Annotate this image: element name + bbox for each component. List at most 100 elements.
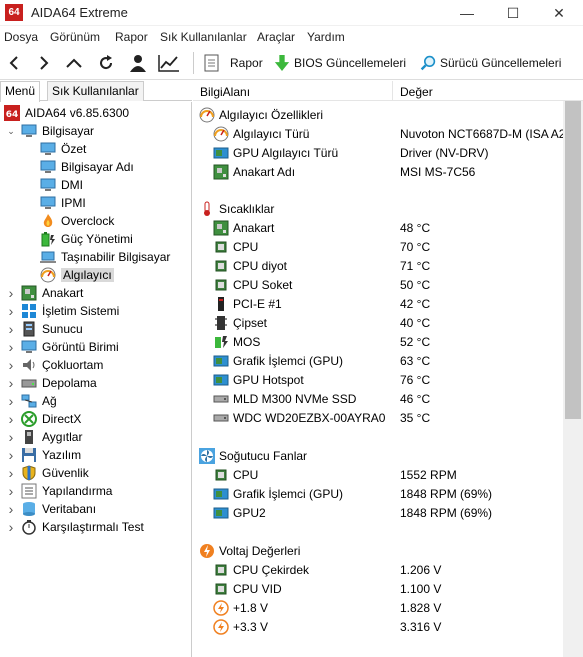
- sensor-row[interactable]: CPU 1552 RPM: [193, 465, 563, 484]
- column-divider[interactable]: [392, 81, 393, 101]
- tree-category-7[interactable]: › DirectX: [6, 410, 81, 428]
- chart-icon[interactable]: [157, 51, 181, 75]
- sensor-row[interactable]: PCI-E #1 42 °C: [193, 294, 563, 313]
- scrollbar-thumb[interactable]: [565, 101, 581, 419]
- sensor-row[interactable]: Algılayıcı Türü Nuvoton NCT6687D-M (ISA A…: [193, 124, 563, 143]
- sensor-value: 40 °C: [400, 316, 431, 330]
- sensor-row[interactable]: CPU VID 1.100 V: [193, 579, 563, 598]
- chevron-right-icon[interactable]: ›: [6, 447, 16, 463]
- menu-report[interactable]: Rapor: [115, 30, 148, 44]
- column-value-header[interactable]: Değer: [400, 85, 433, 99]
- tree-item-computer[interactable]: ⌄ Bilgisayar: [6, 122, 94, 140]
- chevron-right-icon[interactable]: ›: [6, 285, 16, 301]
- tree-category-3[interactable]: › Görüntü Birimi: [6, 338, 119, 356]
- tab-favorites[interactable]: Sık Kullanılanlar: [47, 81, 144, 101]
- tree-category-1[interactable]: › İşletim Sistemi: [6, 302, 120, 320]
- sensor-row[interactable]: GPU Hotspot 76 °C: [193, 370, 563, 389]
- refresh-icon[interactable]: [94, 51, 118, 75]
- maximize-button[interactable]: ☐: [490, 0, 536, 26]
- menu-favorites[interactable]: Sık Kullanılanlar: [160, 30, 247, 44]
- chevron-right-icon[interactable]: ›: [6, 501, 16, 517]
- sensor-row[interactable]: GPU2 1848 RPM (69%): [193, 503, 563, 522]
- up-icon[interactable]: [62, 51, 86, 75]
- tree-category-4[interactable]: › Çokluortam: [6, 356, 104, 374]
- bios-update-button[interactable]: BIOS Güncellemeleri: [274, 51, 406, 75]
- chip-icon: [213, 467, 229, 483]
- sensor-name: Grafik İşlemci (GPU): [233, 354, 344, 368]
- chevron-right-icon[interactable]: ›: [6, 519, 16, 535]
- tree-category-12[interactable]: › Veritabanı: [6, 500, 96, 518]
- sensor-row[interactable]: GPU Algılayıcı Türü Driver (NV-DRV): [193, 143, 563, 162]
- close-button[interactable]: ✕: [536, 0, 582, 26]
- sensor-row[interactable]: Anakart 48 °C: [193, 218, 563, 237]
- chevron-right-icon[interactable]: ›: [6, 393, 16, 409]
- sensor-row[interactable]: Grafik İşlemci (GPU) 1848 RPM (69%): [193, 484, 563, 503]
- sensor-row[interactable]: Grafik İşlemci (GPU) 63 °C: [193, 351, 563, 370]
- minimize-button[interactable]: —: [444, 0, 490, 26]
- user-icon[interactable]: [126, 51, 150, 75]
- forward-icon[interactable]: [32, 51, 56, 75]
- menu-tools[interactable]: Araçlar: [257, 30, 295, 44]
- sensor-row[interactable]: MOS 52 °C: [193, 332, 563, 351]
- gpu-icon: [213, 486, 229, 502]
- chevron-right-icon[interactable]: ›: [6, 339, 16, 355]
- chevron-right-icon[interactable]: ›: [6, 357, 16, 373]
- sensor-row[interactable]: Çipset 40 °C: [193, 313, 563, 332]
- back-icon[interactable]: [2, 51, 26, 75]
- tree-item-ipmi[interactable]: IPMI: [40, 194, 86, 212]
- tree-category-10[interactable]: › Güvenlik: [6, 464, 89, 482]
- tab-menu[interactable]: Menü: [0, 81, 41, 102]
- sensor-row[interactable]: CPU Çekirdek 1.206 V: [193, 560, 563, 579]
- tree-item--zet[interactable]: Özet: [40, 140, 86, 158]
- tree-item-label: Bilgisayar Adı: [61, 160, 134, 174]
- tree-item-alg-lay-c-[interactable]: Algılayıcı: [40, 266, 114, 284]
- sensor-name: WDC WD20EZBX-00AYRA0: [233, 411, 386, 425]
- tree-item-dmi[interactable]: DMI: [40, 176, 83, 194]
- menu-file[interactable]: Dosya: [4, 30, 38, 44]
- sensor-row[interactable]: Anakart Adı MSI MS-7C56: [193, 162, 563, 181]
- tree-item-root[interactable]: 64 AIDA64 v6.85.6300: [4, 104, 129, 122]
- window-title: AIDA64 Extreme: [31, 5, 128, 20]
- sensor-row[interactable]: CPU Soket 50 °C: [193, 275, 563, 294]
- driver-update-button[interactable]: Sürücü Güncellemeleri: [420, 51, 561, 75]
- tree-item-g-y-netimi[interactable]: Güç Yönetimi: [40, 230, 133, 248]
- sensor-row[interactable]: CPU diyot 71 °C: [193, 256, 563, 275]
- tree-category-8[interactable]: › Aygıtlar: [6, 428, 83, 446]
- tree-category-9[interactable]: › Yazılım: [6, 446, 81, 464]
- tree-category-label: Güvenlik: [42, 466, 89, 480]
- battery-icon: [40, 231, 56, 247]
- sensor-row[interactable]: MLD M300 NVMe SSD 46 °C: [193, 389, 563, 408]
- tree-category-0[interactable]: › Anakart: [6, 284, 84, 302]
- tree-item-ta-nabilir-bilgisayar[interactable]: Taşınabilir Bilgisayar: [40, 248, 170, 266]
- chevron-right-icon[interactable]: ›: [6, 429, 16, 445]
- tree-category-6[interactable]: › Ağ: [6, 392, 57, 410]
- chevron-right-icon[interactable]: ›: [6, 321, 16, 337]
- flame-icon: [40, 213, 56, 229]
- chevron-right-icon[interactable]: ›: [6, 303, 16, 319]
- chevron-down-icon[interactable]: ⌄: [6, 126, 16, 137]
- sensor-row[interactable]: +1.8 V 1.828 V: [193, 598, 563, 617]
- chevron-right-icon[interactable]: ›: [6, 375, 16, 391]
- sensor-row[interactable]: WDC WD20EZBX-00AYRA0 35 °C: [193, 408, 563, 427]
- database-icon: [21, 501, 37, 517]
- sensor-value: 71 °C: [400, 259, 431, 273]
- chevron-right-icon[interactable]: ›: [6, 411, 16, 427]
- tree-category-11[interactable]: › Yapılandırma: [6, 482, 113, 500]
- menu-view[interactable]: Görünüm: [50, 30, 100, 44]
- vertical-scrollbar[interactable]: [563, 101, 583, 657]
- chevron-right-icon[interactable]: ›: [6, 465, 16, 481]
- chip-icon: [213, 581, 229, 597]
- column-field-header[interactable]: BilgiAlanı: [200, 85, 250, 99]
- tree-item-bilgisayar-ad-[interactable]: Bilgisayar Adı: [40, 158, 134, 176]
- chevron-right-icon[interactable]: ›: [6, 483, 16, 499]
- network-icon: [21, 393, 37, 409]
- tree-category-2[interactable]: › Sunucu: [6, 320, 83, 338]
- menu-help[interactable]: Yardım: [307, 30, 345, 44]
- sensor-row[interactable]: CPU 70 °C: [193, 237, 563, 256]
- tree-item-overclock[interactable]: Overclock: [40, 212, 114, 230]
- gauge-icon: [40, 267, 56, 283]
- report-button[interactable]: Rapor: [204, 51, 263, 75]
- tree-category-5[interactable]: › Depolama: [6, 374, 97, 392]
- sensor-row[interactable]: +3.3 V 3.316 V: [193, 617, 563, 636]
- tree-category-13[interactable]: › Karşılaştırmalı Test: [6, 518, 144, 536]
